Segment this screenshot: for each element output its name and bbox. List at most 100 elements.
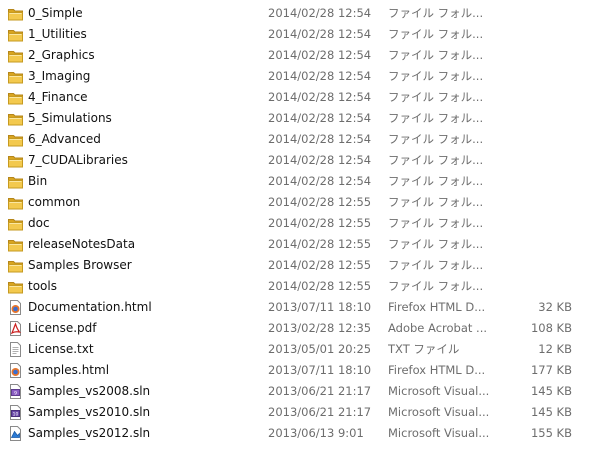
- file-row[interactable]: 10 Samples_vs2010.sln 2013/06/21 21:17 Micr…: [0, 402, 590, 423]
- file-row[interactable]: Samples_vs2012.sln 2013/06/13 9:01 Microso…: [0, 423, 590, 444]
- file-row[interactable]: common 2014/02/28 12:55 ファイル フォル...: [0, 192, 590, 213]
- folder-icon: [7, 110, 24, 127]
- vs2010-sln-icon: 10: [7, 404, 24, 421]
- pdf-file-icon: [7, 320, 24, 337]
- folder-icon: [7, 173, 24, 190]
- folder-icon: [7, 236, 24, 253]
- file-list: 0_Simple 2014/02/28 12:54 ファイル フォル... 1_Uti…: [0, 3, 590, 444]
- file-type: Firefox HTML D...: [388, 300, 486, 314]
- folder-icon: [7, 5, 24, 22]
- folder-icon: [7, 47, 24, 64]
- html-file-icon: [7, 362, 24, 379]
- file-name: 4_Finance: [28, 90, 88, 104]
- file-row[interactable]: License.txt 2013/05/01 20:25 TXT ファイル 12 KB: [0, 339, 590, 360]
- file-name: 0_Simple: [28, 6, 83, 20]
- file-size: 145 KB: [530, 405, 572, 419]
- file-row[interactable]: 4_Finance 2014/02/28 12:54 ファイル フォル...: [0, 87, 590, 108]
- file-type: Microsoft Visual...: [388, 405, 490, 419]
- file-modified-date: 2013/02/28 12:35: [268, 321, 372, 335]
- file-type: ファイル フォル...: [388, 69, 484, 83]
- txt-file-icon: [7, 341, 24, 358]
- folder-icon: [7, 257, 24, 274]
- folder-icon: [7, 68, 24, 85]
- file-row[interactable]: 7_CUDALibraries 2014/02/28 12:54 ファイル フォル.…: [0, 150, 590, 171]
- folder-icon: [7, 215, 24, 232]
- file-modified-date: 2014/02/28 12:54: [268, 174, 372, 188]
- file-row[interactable]: doc 2014/02/28 12:55 ファイル フォル...: [0, 213, 590, 234]
- svg-text:9: 9: [14, 390, 17, 396]
- file-modified-date: 2014/02/28 12:55: [268, 237, 372, 251]
- file-row[interactable]: 5_Simulations 2014/02/28 12:54 ファイル フォル...: [0, 108, 590, 129]
- file-name: Bin: [28, 174, 48, 188]
- file-type: ファイル フォル...: [388, 111, 484, 125]
- file-row[interactable]: Samples Browser 2014/02/28 12:55 ファイル フォル.…: [0, 255, 590, 276]
- file-row[interactable]: samples.html 2013/07/11 18:10 Firefox HTML…: [0, 360, 590, 381]
- file-size: 155 KB: [530, 426, 572, 440]
- folder-icon: [7, 152, 24, 169]
- file-row[interactable]: License.pdf 2013/02/28 12:35 Adobe Acrobat…: [0, 318, 590, 339]
- file-name: Samples Browser: [28, 258, 132, 272]
- vs2008-sln-icon: 9: [7, 383, 24, 400]
- svg-text:10: 10: [13, 411, 19, 417]
- file-name: 6_Advanced: [28, 132, 101, 146]
- file-modified-date: 2014/02/28 12:54: [268, 90, 372, 104]
- file-row[interactable]: releaseNotesData 2014/02/28 12:55 ファイル フォル…: [0, 234, 590, 255]
- file-name: 7_CUDALibraries: [28, 153, 128, 167]
- file-row[interactable]: 3_Imaging 2014/02/28 12:54 ファイル フォル...: [0, 66, 590, 87]
- file-type: Microsoft Visual...: [388, 426, 490, 440]
- file-type: ファイル フォル...: [388, 216, 484, 230]
- file-name: doc: [28, 216, 50, 230]
- file-row[interactable]: 0_Simple 2014/02/28 12:54 ファイル フォル...: [0, 3, 590, 24]
- folder-icon: [7, 278, 24, 295]
- file-modified-date: 2013/06/13 9:01: [268, 426, 364, 440]
- html-file-icon: [7, 299, 24, 316]
- file-modified-date: 2014/02/28 12:54: [268, 27, 372, 41]
- file-modified-date: 2014/02/28 12:55: [268, 279, 372, 293]
- file-modified-date: 2014/02/28 12:55: [268, 216, 372, 230]
- file-type: ファイル フォル...: [388, 237, 484, 251]
- file-modified-date: 2014/02/28 12:54: [268, 132, 372, 146]
- folder-icon: [7, 194, 24, 211]
- file-type: ファイル フォル...: [388, 195, 484, 209]
- file-modified-date: 2014/02/28 12:54: [268, 153, 372, 167]
- file-modified-date: 2013/05/01 20:25: [268, 342, 372, 356]
- file-name: common: [28, 195, 81, 209]
- file-size: 177 KB: [530, 363, 572, 377]
- file-modified-date: 2013/07/11 18:10: [268, 363, 372, 377]
- file-size: 108 KB: [530, 321, 572, 335]
- file-name: Samples_vs2010.sln: [28, 405, 151, 419]
- file-row[interactable]: 1_Utilities 2014/02/28 12:54 ファイル フォル...: [0, 24, 590, 45]
- folder-icon: [7, 131, 24, 148]
- file-row[interactable]: 2_Graphics 2014/02/28 12:54 ファイル フォル...: [0, 45, 590, 66]
- file-name: releaseNotesData: [28, 237, 136, 251]
- file-type: ファイル フォル...: [388, 279, 484, 293]
- file-type: Firefox HTML D...: [388, 363, 486, 377]
- file-name: Samples_vs2008.sln: [28, 384, 151, 398]
- file-row[interactable]: Documentation.html 2013/07/11 18:10 Firefo…: [0, 297, 590, 318]
- file-modified-date: 2014/02/28 12:54: [268, 6, 372, 20]
- file-row[interactable]: 6_Advanced 2014/02/28 12:54 ファイル フォル...: [0, 129, 590, 150]
- file-name: 1_Utilities: [28, 27, 87, 41]
- file-name: tools: [28, 279, 57, 293]
- file-row[interactable]: Bin 2014/02/28 12:54 ファイル フォル...: [0, 171, 590, 192]
- folder-icon: [7, 26, 24, 43]
- file-modified-date: 2014/02/28 12:54: [268, 48, 372, 62]
- file-modified-date: 2014/02/28 12:54: [268, 69, 372, 83]
- folder-icon: [7, 89, 24, 106]
- file-type: ファイル フォル...: [388, 6, 484, 20]
- file-type: TXT ファイル: [388, 342, 460, 356]
- file-name: 2_Graphics: [28, 48, 95, 62]
- file-modified-date: 2014/02/28 12:55: [268, 195, 372, 209]
- file-type: ファイル フォル...: [388, 153, 484, 167]
- file-modified-date: 2014/02/28 12:55: [268, 258, 372, 272]
- file-modified-date: 2013/06/21 21:17: [268, 405, 372, 419]
- file-name: 5_Simulations: [28, 111, 112, 125]
- file-name: Documentation.html: [28, 300, 152, 314]
- file-modified-date: 2013/07/11 18:10: [268, 300, 372, 314]
- file-type: ファイル フォル...: [388, 258, 484, 272]
- file-row[interactable]: 9 Samples_vs2008.sln 2013/06/21 21:17 Micro…: [0, 381, 590, 402]
- file-row[interactable]: tools 2014/02/28 12:55 ファイル フォル...: [0, 276, 590, 297]
- file-name: 3_Imaging: [28, 69, 91, 83]
- file-size: 145 KB: [530, 384, 572, 398]
- file-type: Adobe Acrobat ...: [388, 321, 488, 335]
